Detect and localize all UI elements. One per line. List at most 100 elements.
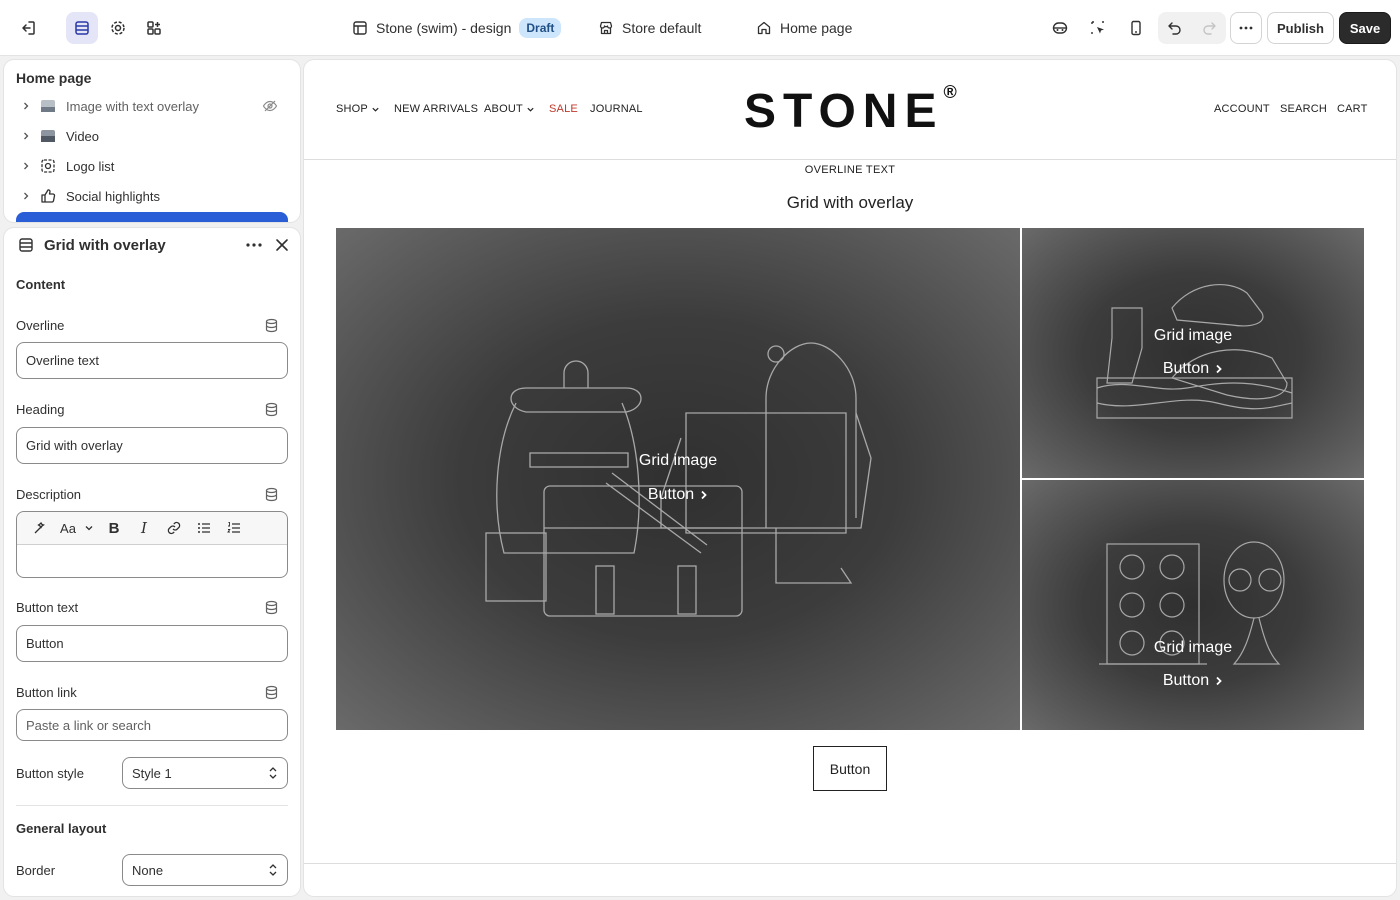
nav-journal[interactable]: JOURNAL <box>590 103 643 115</box>
dynamic-source-icon[interactable] <box>264 600 279 615</box>
section-overline: OVERLINE TEXT <box>804 164 896 176</box>
store-selector[interactable]: Store default <box>598 0 701 56</box>
grid-tile-large[interactable]: Grid image Button <box>336 228 1020 730</box>
grid-tile-bottom[interactable]: Grid image Button <box>1022 480 1364 730</box>
button-style-select[interactable]: Style 1 <box>122 757 288 789</box>
section-heading: Grid with overlay <box>786 193 914 212</box>
more-actions-button[interactable] <box>1230 12 1262 44</box>
button-text-field[interactable]: Button <box>16 625 288 662</box>
hidden-eye-icon[interactable] <box>262 98 278 114</box>
publish-button[interactable]: Publish <box>1267 12 1334 44</box>
page-selector[interactable]: Home page <box>756 0 852 56</box>
apps-button[interactable] <box>138 12 170 44</box>
link-icon[interactable] <box>159 520 189 536</box>
dynamic-source-icon[interactable] <box>264 685 279 700</box>
dynamic-source-icon[interactable] <box>264 487 279 502</box>
sidebar-item-label: Logo list <box>66 158 115 174</box>
magic-wand-icon[interactable] <box>25 520 55 536</box>
chevron-right-icon[interactable] <box>16 161 36 171</box>
theme-settings-button[interactable] <box>102 12 134 44</box>
sections-icon <box>75 21 89 35</box>
sidebar-item-social-highlights[interactable]: Social highlights <box>16 181 288 211</box>
text-format-dropdown[interactable]: Aa <box>55 521 99 536</box>
nav-account[interactable]: ACCOUNT <box>1214 103 1270 115</box>
exit-button[interactable] <box>12 12 44 44</box>
dynamic-source-icon[interactable] <box>264 402 279 417</box>
store-icon <box>599 21 613 35</box>
store-logo[interactable]: STONE® <box>744 82 957 139</box>
close-icon <box>276 239 288 251</box>
sidebar-item-selected[interactable] <box>16 212 288 222</box>
undo-icon <box>1168 22 1181 35</box>
overline-field[interactable]: Overline text <box>16 342 288 379</box>
heading-label: Heading <box>16 402 65 417</box>
heading-field[interactable]: Grid with overlay <box>16 427 288 464</box>
nav-shop[interactable]: SHOP <box>336 103 380 115</box>
tile-title: Grid image <box>638 452 718 469</box>
bold-icon[interactable]: B <box>99 520 129 537</box>
chevron-down-icon <box>527 107 534 112</box>
home-icon <box>757 21 771 35</box>
chevron-right-icon <box>1216 676 1222 686</box>
store-label: Store default <box>622 20 702 36</box>
bullet-list-icon[interactable] <box>189 520 219 536</box>
chevron-right-icon[interactable] <box>16 191 36 201</box>
select-arrows-icon <box>269 864 277 876</box>
thumbs-up-icon <box>36 188 60 204</box>
tile-button[interactable]: Button <box>1022 672 1364 690</box>
tile-button[interactable]: Button <box>336 486 1020 504</box>
exit-icon <box>22 21 35 35</box>
italic-icon[interactable]: I <box>129 519 159 537</box>
section-button[interactable]: Button <box>813 746 887 791</box>
sections-icon <box>18 237 34 253</box>
description-editor[interactable]: Aa B I <box>16 511 288 578</box>
rich-text-toolbar: Aa B I <box>17 512 287 545</box>
more-options-button[interactable] <box>244 237 264 253</box>
shoes-illustration <box>1096 284 1293 419</box>
undo-button[interactable] <box>1158 12 1192 44</box>
border-value: None <box>132 862 164 878</box>
chevron-right-icon[interactable] <box>16 131 36 141</box>
close-button[interactable] <box>274 237 290 253</box>
apps-icon <box>147 21 161 35</box>
mobile-view-button[interactable] <box>1120 12 1152 44</box>
nav-cart[interactable]: CART <box>1337 103 1368 115</box>
redo-button[interactable] <box>1192 12 1226 44</box>
nav-sale[interactable]: SALE <box>549 103 578 115</box>
button-text-label: Button text <box>16 600 79 615</box>
nav-new-arrivals[interactable]: NEW ARRIVALS <box>394 103 478 115</box>
chevron-right-icon <box>1216 364 1222 374</box>
description-label: Description <box>16 487 82 502</box>
overline-label: Overline <box>16 318 65 333</box>
sidebar-item-video[interactable]: Video <box>16 121 288 151</box>
nav-about[interactable]: ABOUT <box>484 103 535 115</box>
history-controls <box>1158 12 1226 44</box>
video-icon <box>36 129 60 143</box>
button-link-input[interactable]: Paste a link or search <box>16 709 288 741</box>
bags-illustration <box>485 342 872 617</box>
sidebar-item-image-with-text-overlay[interactable]: Image with text overlay <box>16 91 288 121</box>
sidebar-item-label: Social highlights <box>66 188 160 204</box>
sections-button[interactable] <box>66 12 98 44</box>
chevron-right-icon[interactable] <box>16 101 36 111</box>
tile-title: Grid image <box>1153 639 1233 656</box>
settings-header: Grid with overlay <box>4 228 300 262</box>
border-select[interactable]: None <box>122 854 288 886</box>
numbered-list-icon[interactable] <box>219 520 249 536</box>
gear-icon <box>111 21 125 35</box>
chevron-down-icon <box>85 526 93 531</box>
theme-selector[interactable]: Stone (swim) - design Draft <box>352 0 562 56</box>
cursor-select-icon <box>1091 21 1104 34</box>
page-label: Home page <box>780 20 853 36</box>
select-arrows-icon <box>269 767 277 779</box>
tile-button[interactable]: Button <box>1022 360 1364 378</box>
button-style-value: Style 1 <box>132 765 172 781</box>
save-button[interactable]: Save <box>1339 12 1391 44</box>
nav-search[interactable]: SEARCH <box>1280 103 1327 115</box>
inspector-button[interactable] <box>1044 12 1076 44</box>
sidebar-item-logo-list[interactable]: Logo list <box>16 151 288 181</box>
select-element-button[interactable] <box>1082 12 1114 44</box>
grid-tile-top[interactable]: Grid image Button <box>1022 228 1364 478</box>
content-heading: Content <box>16 277 66 292</box>
dynamic-source-icon[interactable] <box>264 318 279 333</box>
